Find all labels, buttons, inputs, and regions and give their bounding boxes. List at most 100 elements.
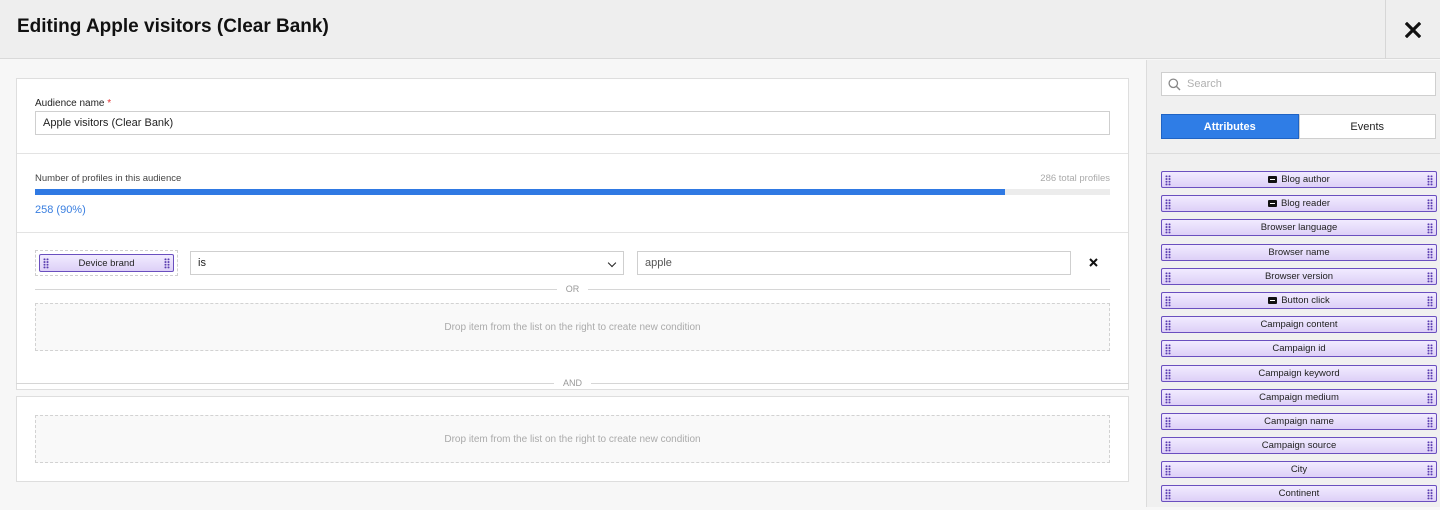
search-input[interactable]	[1187, 73, 1427, 95]
attribute-item-label: Continent	[1278, 488, 1320, 500]
attribute-item-label: Campaign id	[1272, 343, 1326, 355]
attribute-item[interactable]: Campaign id	[1161, 340, 1437, 358]
condition-group-2: Drop item from the list on the right to …	[16, 396, 1129, 482]
close-icon	[1089, 258, 1098, 267]
attribute-item[interactable]: City	[1161, 461, 1437, 479]
drag-handle-icon[interactable]	[1427, 344, 1433, 356]
attribute-item-label: Campaign content	[1260, 319, 1338, 331]
drag-handle-icon[interactable]	[1165, 247, 1171, 259]
page-title: Editing Apple visitors (Clear Bank)	[17, 16, 329, 37]
profile-count-label: Number of profiles in this audience	[35, 173, 182, 184]
modal-header: Editing Apple visitors (Clear Bank)	[0, 0, 1440, 59]
attribute-item-label: Campaign name	[1264, 415, 1334, 427]
divider-line	[591, 382, 1130, 384]
tab-events[interactable]: Events	[1298, 114, 1436, 139]
chevron-down-icon	[607, 258, 617, 268]
drag-handle-icon[interactable]	[1165, 489, 1171, 501]
drag-handle-icon[interactable]	[1165, 344, 1171, 356]
attribute-item-label: Button click	[1281, 294, 1330, 306]
profile-progress-fill	[35, 189, 1005, 195]
audience-name-label: Audience name *	[35, 98, 111, 109]
and-divider: AND	[16, 377, 1130, 389]
drag-handle-icon[interactable]	[1427, 489, 1433, 501]
drag-handle-icon[interactable]	[1427, 247, 1433, 259]
audience-name-label-text: Audience name	[35, 98, 105, 109]
text-type-icon	[1268, 296, 1278, 304]
condition-value-input[interactable]: apple	[637, 251, 1071, 275]
text-type-icon	[1267, 200, 1277, 208]
drag-handle-icon[interactable]	[1165, 416, 1171, 428]
condition-group-1: Device brand is apple OR Drop item from …	[17, 233, 1128, 391]
profile-count-section: Number of profiles in this audience 286 …	[17, 154, 1128, 233]
drag-handle-icon[interactable]	[1165, 199, 1171, 211]
or-label: OR	[565, 284, 580, 294]
sidebar-tabs: Attributes Events	[1161, 114, 1436, 139]
attribute-chip-label: Device brand	[78, 257, 135, 269]
tab-attributes[interactable]: Attributes	[1161, 114, 1299, 139]
drag-handle-icon[interactable]	[1427, 368, 1433, 380]
drag-handle-icon[interactable]	[43, 258, 49, 269]
attribute-item[interactable]: Campaign medium	[1161, 388, 1437, 406]
close-button[interactable]	[1385, 0, 1440, 59]
drag-handle-icon[interactable]	[1165, 392, 1171, 404]
profile-count-value: 258 (90%)	[35, 204, 86, 216]
audience-name-input[interactable]	[35, 111, 1110, 135]
and-dropzone[interactable]: Drop item from the list on the right to …	[35, 415, 1110, 463]
drag-handle-icon[interactable]	[1165, 465, 1171, 477]
divider-line	[16, 382, 554, 384]
audience-name-section: Audience name *	[17, 79, 1128, 154]
attribute-item-label: Campaign medium	[1259, 391, 1339, 403]
drag-handle-icon[interactable]	[1165, 368, 1171, 380]
attribute-item-label: Browser language	[1260, 222, 1338, 234]
drag-handle-icon[interactable]	[1427, 295, 1433, 307]
attribute-item[interactable]: Campaign source	[1161, 437, 1437, 455]
attribute-item[interactable]: Browser version	[1161, 267, 1437, 285]
drag-handle-icon[interactable]	[1427, 175, 1433, 186]
drag-handle-icon[interactable]	[1165, 295, 1171, 307]
audience-editor: Audience name * Number of profiles in th…	[0, 60, 1146, 507]
attribute-item[interactable]: Campaign name	[1161, 412, 1437, 430]
attribute-item[interactable]: Campaign content	[1161, 316, 1437, 334]
attribute-item[interactable]: Continent	[1161, 485, 1437, 503]
divider-line	[35, 288, 557, 290]
and-label: AND	[563, 378, 583, 388]
drag-handle-icon[interactable]	[1427, 392, 1433, 404]
sidebar-controls: Attributes Events	[1147, 60, 1440, 154]
drag-handle-icon[interactable]	[1165, 441, 1171, 453]
attribute-item[interactable]: Campaign keyword	[1161, 364, 1437, 382]
attribute-item-label: City	[1290, 464, 1308, 476]
attribute-item-label: Blog reader	[1280, 198, 1331, 210]
attribute-item[interactable]: Browser name	[1161, 243, 1437, 261]
drag-handle-icon[interactable]	[1427, 465, 1433, 477]
drag-handle-icon[interactable]	[1165, 271, 1171, 283]
profile-progress-bar	[35, 189, 1110, 195]
or-divider: OR	[35, 283, 1110, 295]
attribute-item[interactable]: Button click	[1161, 291, 1437, 309]
drag-handle-icon[interactable]	[1427, 441, 1433, 453]
attributes-sidebar: Attributes Events Blog author Blog reader…	[1146, 60, 1440, 507]
attribute-item[interactable]: Blog reader	[1161, 195, 1437, 213]
attribute-item-label: Browser version	[1264, 270, 1334, 282]
search-field[interactable]	[1161, 72, 1436, 96]
drag-handle-icon[interactable]	[1427, 223, 1433, 235]
or-dropzone[interactable]: Drop item from the list on the right to …	[35, 303, 1110, 351]
attribute-chip-device-brand[interactable]: Device brand	[39, 254, 174, 272]
search-icon	[1168, 78, 1181, 91]
attribute-item[interactable]: Blog author	[1161, 171, 1437, 188]
remove-condition-button[interactable]	[1088, 257, 1099, 268]
required-mark: *	[107, 98, 112, 109]
attribute-item[interactable]: Browser language	[1161, 219, 1437, 237]
drag-handle-icon[interactable]	[1427, 199, 1433, 211]
drag-handle-icon[interactable]	[1427, 416, 1433, 428]
drag-handle-icon[interactable]	[1165, 223, 1171, 235]
operator-value: is	[198, 257, 206, 269]
operator-select[interactable]: is	[190, 251, 624, 275]
drag-handle-icon[interactable]	[164, 258, 170, 269]
condition-card: Audience name * Number of profiles in th…	[16, 78, 1129, 390]
drag-handle-icon[interactable]	[1165, 175, 1171, 186]
attribute-item-label: Campaign source	[1261, 440, 1337, 452]
drag-handle-icon[interactable]	[1427, 320, 1433, 332]
drag-handle-icon[interactable]	[1165, 320, 1171, 332]
drag-handle-icon[interactable]	[1427, 271, 1433, 283]
attribute-item-label: Campaign keyword	[1258, 367, 1340, 379]
